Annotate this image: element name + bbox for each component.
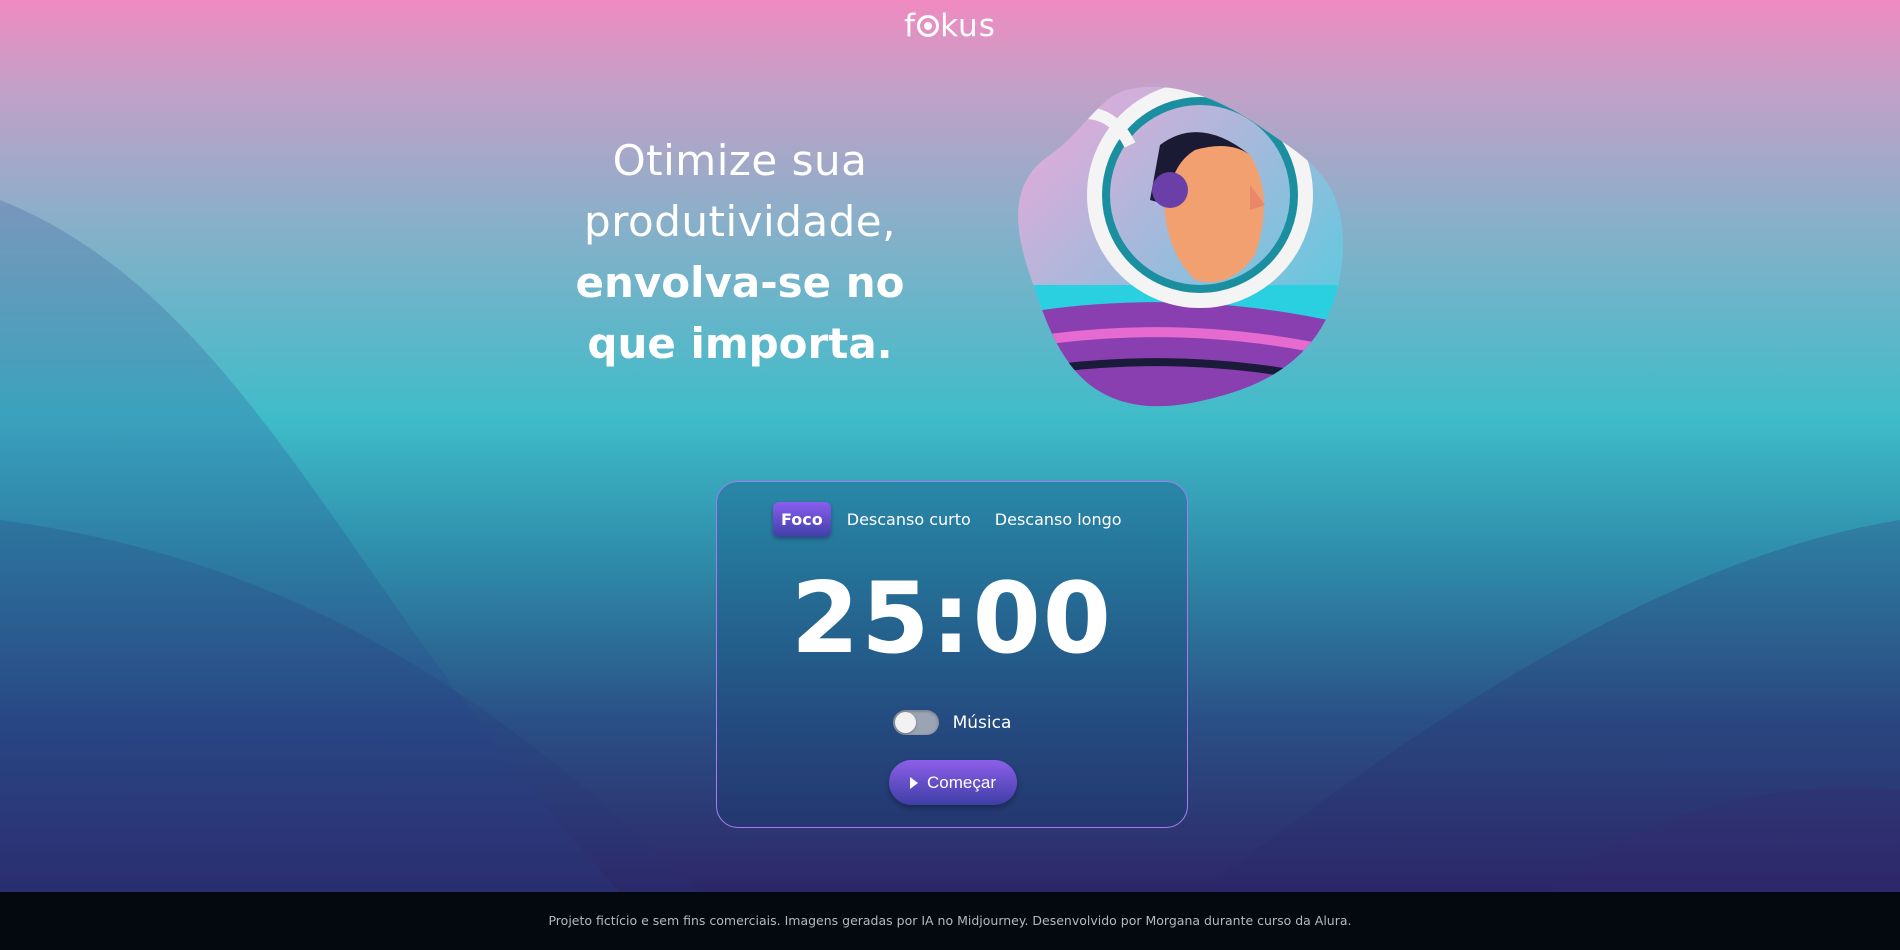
start-button[interactable]: Começar [889,760,1017,805]
tab-foco[interactable]: Foco [773,502,831,537]
hero-line-2: produtividade, [584,197,896,246]
hero-line-4: que importa. [587,319,893,368]
mode-tabs: Foco Descanso curto Descanso longo [773,502,1138,537]
music-label: Música [952,712,1012,733]
hero-line-1: Otimize sua [612,136,868,185]
tab-descanso-curto[interactable]: Descanso curto [839,502,979,537]
hero-heading: Otimize sua produtividade, envolva-se no… [520,130,960,374]
toggle-knob [894,712,916,733]
target-icon [917,15,940,37]
timer-card: Foco Descanso curto Descanso longo 25:00… [716,481,1188,828]
footer-text: Projeto fictício e sem fins comerciais. … [548,913,1352,928]
fokus-logo: f kus [904,8,996,44]
music-toggle[interactable] [892,710,939,735]
astronaut-image [1018,86,1344,407]
tab-descanso-longo[interactable]: Descanso longo [987,502,1130,537]
play-icon [910,776,919,789]
footer: Projeto fictício e sem fins comerciais. … [0,892,1900,950]
timer-display: 25:00 [791,562,1113,676]
hero-line-3: envolva-se no [575,258,905,307]
start-button-label: Começar [927,772,996,792]
music-row: Música [717,710,1187,735]
